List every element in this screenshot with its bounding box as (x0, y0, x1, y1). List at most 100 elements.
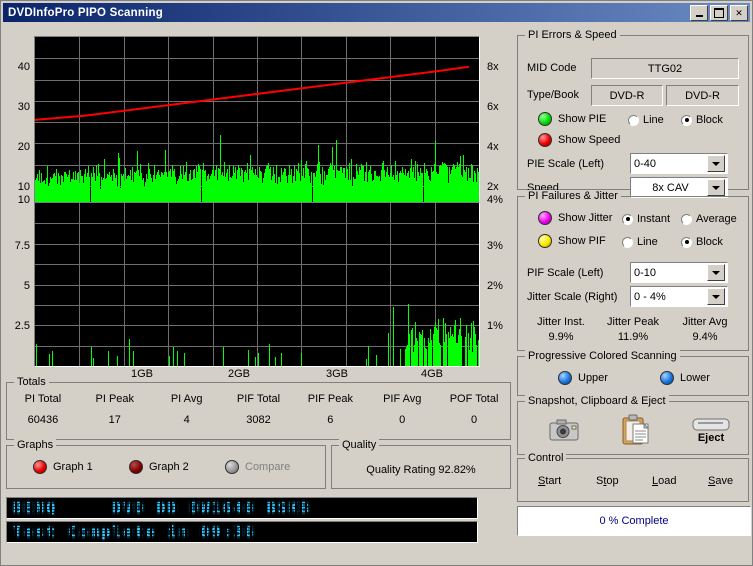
totals-header: PIF Peak (307, 393, 353, 405)
pie-line-radio[interactable]: Line (628, 114, 664, 126)
control-group: Control Start Stop Load Save (517, 452, 749, 502)
type-field: DVD-R (591, 85, 663, 106)
lower-toggle[interactable]: Lower (660, 371, 710, 385)
pie-ytick-40: 40 (17, 61, 30, 73)
snapshot-group: Snapshot, Clipboard & Eject Eject (517, 395, 749, 455)
radio-icon (622, 213, 633, 225)
drive-info-display: BENQ DVD DD DW1640 BSKB (6, 497, 478, 519)
speed-ytick-2x: 2x (487, 181, 499, 193)
jitter-avg-value: 9.4% (692, 331, 718, 343)
totals-group: Totals PI Total 60436 PI Peak 17 PI Avg 4 PIF … (6, 376, 511, 440)
graph-2-toggle[interactable]: Graph 2 (129, 460, 189, 474)
upper-led-icon (558, 371, 572, 385)
maximize-icon (714, 8, 724, 18)
pie-scale-label: PIE Scale (Left) (527, 158, 605, 170)
totals-header: PIF Total (236, 393, 281, 405)
graphs-group: Graphs Graph 1 Graph 2 Compare (6, 439, 326, 489)
show-jitter-label: Show Jitter (558, 212, 613, 224)
lower-label: Lower (680, 372, 710, 384)
speed-ytick-6x: 6x (487, 101, 499, 113)
show-pif-led-icon (538, 234, 552, 248)
status-display: Test Complete in 09:36 (6, 521, 478, 543)
totals-column: PI Avg 4 (151, 393, 223, 426)
show-speed-label: Show Speed (558, 134, 621, 146)
totals-value: 0 (399, 414, 406, 426)
mid-code-field: TTG02 (591, 58, 739, 79)
close-button[interactable]: ✕ (730, 5, 748, 21)
totals-legend: Totals (14, 376, 49, 388)
speed-select[interactable]: 8x CAV (630, 177, 728, 198)
status-text: Test Complete in 09:36 (13, 523, 256, 541)
upper-label: Upper (578, 372, 608, 384)
chevron-down-icon[interactable] (707, 264, 725, 281)
maximize-button[interactable] (710, 5, 728, 21)
graph-2-led-icon (129, 460, 143, 474)
chevron-down-icon[interactable] (707, 288, 725, 305)
jitter-scale-select[interactable]: 0 - 4% (630, 286, 728, 307)
pie-block-radio[interactable]: Block (681, 114, 723, 126)
pif-block-radio[interactable]: Block (681, 236, 723, 248)
snapshot-button[interactable] (546, 414, 582, 446)
totals-value: 4 (183, 414, 190, 426)
upper-toggle[interactable]: Upper (558, 371, 608, 385)
instant-label: Instant (637, 213, 671, 225)
minimize-button[interactable] (690, 5, 708, 21)
show-jitter-toggle[interactable]: Show Jitter (538, 211, 612, 225)
stop-button[interactable]: Stop (596, 475, 619, 487)
eject-button[interactable]: Eject (686, 410, 736, 450)
show-pif-toggle[interactable]: Show PIF (538, 234, 606, 248)
pif-scale-value: 0-10 (634, 266, 657, 279)
xtick-2gb: 2GB (228, 368, 251, 380)
radio-icon (681, 114, 692, 126)
pie-ytick-30: 30 (17, 101, 30, 113)
pi-failures-plot[interactable] (34, 202, 480, 367)
progress-bar: 0 % Complete (517, 506, 751, 536)
compare-led-icon (225, 460, 239, 474)
progressive-legend: Progressive Colored Scanning (525, 350, 680, 362)
graph-1-toggle[interactable]: Graph 1 (33, 460, 93, 474)
graph-2-label: Graph 2 (149, 461, 189, 473)
speed-ytick-4x: 4x (487, 141, 499, 153)
radio-icon (681, 213, 692, 225)
show-pie-toggle[interactable]: Show PIE (538, 112, 606, 126)
pi-failures-group: PI Failures & Jitter Show Jitter Instant… (517, 190, 749, 351)
show-speed-toggle[interactable]: Show Speed (538, 133, 620, 147)
scan-charts: 40 30 20 10 8x 6x 4x 2x 10 7.5 5 2.5 4% … (6, 28, 511, 380)
xtick-1gb: 1GB (131, 368, 154, 380)
pie-ytick-20: 20 (17, 141, 30, 153)
pif-line-radio[interactable]: Line (622, 236, 658, 248)
totals-header: PIF Avg (383, 393, 422, 405)
drive-info-text: BENQ DVD DD DW1640 BSKB (13, 499, 311, 517)
jitter-instant-radio[interactable]: Instant (622, 213, 670, 225)
jitter-peak-header: Jitter Peak (607, 316, 659, 328)
jitter-ytick-2pct: 2% (487, 280, 503, 292)
progress-text: 0 % Complete (599, 515, 669, 527)
totals-header: POF Total (449, 393, 499, 405)
jitter-inst-value: 9.9% (548, 331, 574, 343)
chevron-down-icon[interactable] (707, 155, 725, 172)
pi-errors-plot[interactable] (34, 36, 480, 208)
pi-errors-group: PI Errors & Speed MID Code TTG02 Type/Bo… (517, 29, 749, 198)
jitter-inst-header: Jitter Inst. (537, 316, 585, 328)
close-icon: ✕ (735, 7, 743, 18)
jitter-ytick-4pct: 4% (487, 194, 503, 206)
eject-label: Eject (697, 432, 725, 444)
graph-1-label: Graph 1 (53, 461, 93, 473)
pie-scale-value: 0-40 (634, 157, 657, 170)
pif-bars (35, 203, 479, 366)
totals-value: 6 (327, 414, 334, 426)
quality-group: Quality Quality Rating 92.82% (331, 439, 511, 489)
start-button[interactable]: Start (538, 475, 561, 487)
average-label: Average (696, 213, 737, 225)
clipboard-button[interactable] (618, 412, 654, 448)
load-button[interactable]: Load (652, 475, 676, 487)
pif-scale-select[interactable]: 0-10 (630, 262, 728, 283)
pie-block-label: Block (696, 114, 723, 126)
jitter-average-radio[interactable]: Average (681, 213, 737, 225)
totals-header: PI Avg (170, 393, 203, 405)
chevron-down-icon[interactable] (707, 179, 725, 196)
pif-ytick-7-5: 7.5 (14, 240, 30, 252)
minimize-icon (695, 14, 703, 17)
save-button[interactable]: Save (708, 475, 733, 487)
pie-scale-select[interactable]: 0-40 (630, 153, 728, 174)
